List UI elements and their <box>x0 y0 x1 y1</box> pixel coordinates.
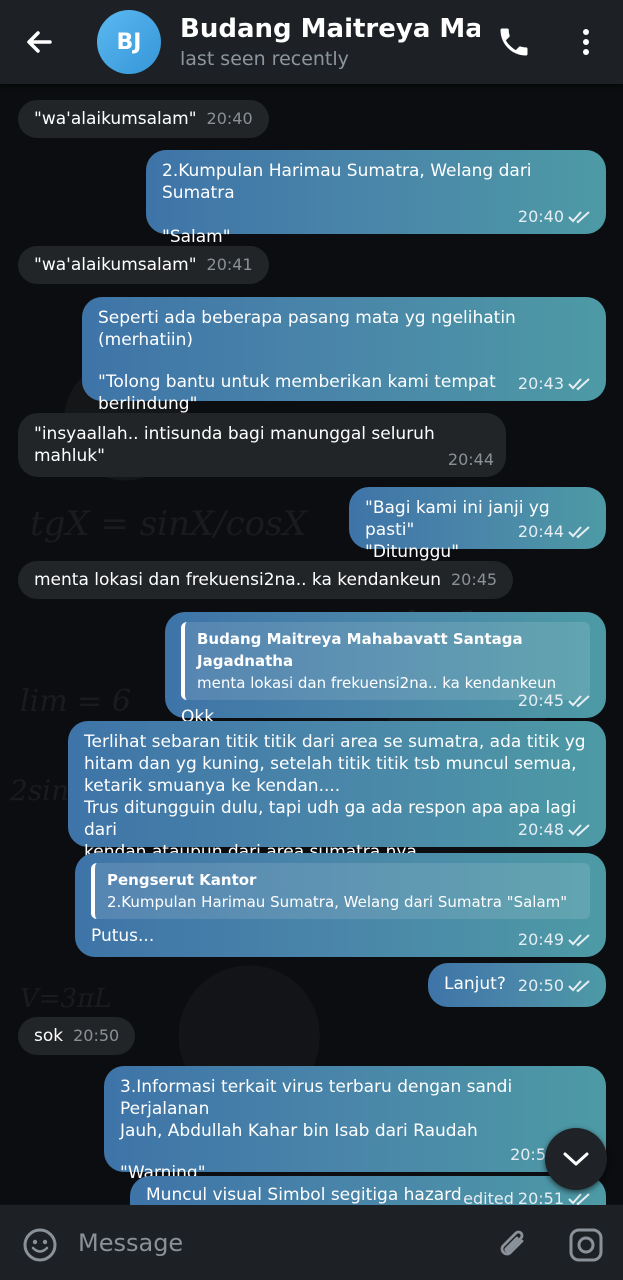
double-check-icon <box>568 1193 590 1206</box>
double-check-icon <box>568 980 590 993</box>
message-text: Putus... <box>91 926 155 946</box>
double-check-icon <box>568 526 590 539</box>
message-time: 20:45 <box>517 691 564 710</box>
reply-quote[interactable]: Pengserut Kantor 2.Kumpulan Harimau Suma… <box>91 863 590 919</box>
more-vert-icon[interactable] <box>572 24 600 60</box>
message-text: 3.Informasi terkait virus terbaru dengan… <box>120 1077 513 1119</box>
message-outgoing-reply[interactable]: Budang Maitreya Mahabavatt Santaga Jagad… <box>165 612 606 727</box>
message-time: 20:43 <box>517 374 564 393</box>
message-time: 20:41 <box>206 255 253 274</box>
message-incoming[interactable]: sok 20:50 <box>18 1017 136 1055</box>
message-outgoing[interactable]: Lanjut? 20:50 <box>428 963 606 1007</box>
message-text: menta lokasi dan frekuensi2na.. ka kenda… <box>34 570 441 590</box>
reply-quote[interactable]: Budang Maitreya Mahabavatt Santaga Jagad… <box>181 622 590 700</box>
last-seen-status: last seen recently <box>180 48 349 70</box>
double-check-icon <box>568 211 590 224</box>
message-text: Seperti ada beberapa pasang mata yg ngel… <box>98 308 516 350</box>
message-time: 20:48 <box>517 820 564 839</box>
message-time: 20:40 <box>206 109 253 128</box>
attach-icon[interactable] <box>496 1227 532 1263</box>
message-time: 20:44 <box>447 450 494 469</box>
message-text: ketarik smuanya ke kendan.... <box>84 776 341 796</box>
chat-header: BJ Budang Maitreya Mahab last seen recen… <box>0 0 623 84</box>
message-text: Terlihat sebaran titik titik dari area s… <box>84 732 586 752</box>
chevron-down-icon <box>563 1152 589 1166</box>
message-outgoing[interactable]: Seperti ada beberapa pasang mata yg ngel… <box>82 297 606 414</box>
avatar[interactable]: BJ <box>97 10 161 74</box>
phone-icon[interactable] <box>496 24 532 60</box>
reply-sender: Budang Maitreya Mahabavatt Santaga Jagad… <box>197 630 523 670</box>
message-text: Muncul visual Simbol segitiga hazard <box>146 1185 462 1205</box>
message-text: "Tolong bantu untuk memberikan kami temp… <box>98 372 496 414</box>
message-incoming[interactable]: "wa'alaikumsalam" 20:41 <box>18 246 269 284</box>
emoji-icon[interactable] <box>22 1227 58 1263</box>
message-outgoing-reply[interactable]: Pengserut Kantor 2.Kumpulan Harimau Suma… <box>75 853 606 957</box>
message-input[interactable]: Message <box>78 1229 183 1257</box>
scroll-to-bottom-button[interactable] <box>545 1128 607 1190</box>
message-text: "Salam" <box>162 227 231 247</box>
message-text: hitam dan yg kuning, setelah titik titik… <box>84 754 577 774</box>
double-check-icon <box>568 378 590 391</box>
message-outgoing[interactable]: "Bagi kami ini janji yg pasti" "Ditunggu… <box>349 487 606 562</box>
message-text: 2.Kumpulan Harimau Sumatra, Welang dari … <box>162 161 532 203</box>
message-text: "insyaallah.. intisunda bagi manunggal s… <box>34 424 435 466</box>
message-time: 20:45 <box>451 570 498 589</box>
message-time: 20:49 <box>517 930 564 949</box>
message-incoming[interactable]: "wa'alaikumsalam" 20:40 <box>18 100 269 138</box>
double-check-icon <box>568 695 590 708</box>
message-text: "wa'alaikumsalam" <box>34 255 197 275</box>
double-check-icon <box>568 934 590 947</box>
camera-icon[interactable] <box>568 1227 604 1263</box>
message-time: 20:5 <box>510 1145 546 1164</box>
message-outgoing[interactable]: 2.Kumpulan Harimau Sumatra, Welang dari … <box>146 150 606 247</box>
message-text: "Ditunggu" <box>365 542 460 562</box>
message-time: 20:50 <box>517 976 564 995</box>
reply-text: 2.Kumpulan Harimau Sumatra, Welang dari … <box>107 893 568 911</box>
chat-title[interactable]: Budang Maitreya Mahab <box>180 14 480 44</box>
back-arrow-icon[interactable] <box>20 22 60 62</box>
message-time: 20:44 <box>517 522 564 541</box>
message-incoming[interactable]: "insyaallah.. intisunda bagi manunggal s… <box>18 413 506 477</box>
message-text: Trus ditungguin dulu, tapi udh ga ada re… <box>84 798 577 840</box>
message-time: 20:40 <box>517 207 564 226</box>
message-input-bar: Message <box>0 1205 623 1280</box>
message-text: sok <box>34 1026 64 1046</box>
message-text: Lanjut? <box>444 974 506 994</box>
double-check-icon <box>568 824 590 837</box>
message-outgoing[interactable]: 3.Informasi terkait virus terbaru dengan… <box>104 1066 606 1183</box>
message-incoming[interactable]: menta lokasi dan frekuensi2na.. ka kenda… <box>18 561 514 599</box>
reply-sender: Pengserut Kantor <box>107 871 257 889</box>
message-outgoing[interactable]: Terlihat sebaran titik titik dari area s… <box>68 721 606 862</box>
message-time: 20:50 <box>73 1026 120 1045</box>
message-text: Jauh, Abdullah Kahar bin Isab dari Rauda… <box>120 1121 478 1141</box>
message-text: "wa'alaikumsalam" <box>34 109 197 129</box>
